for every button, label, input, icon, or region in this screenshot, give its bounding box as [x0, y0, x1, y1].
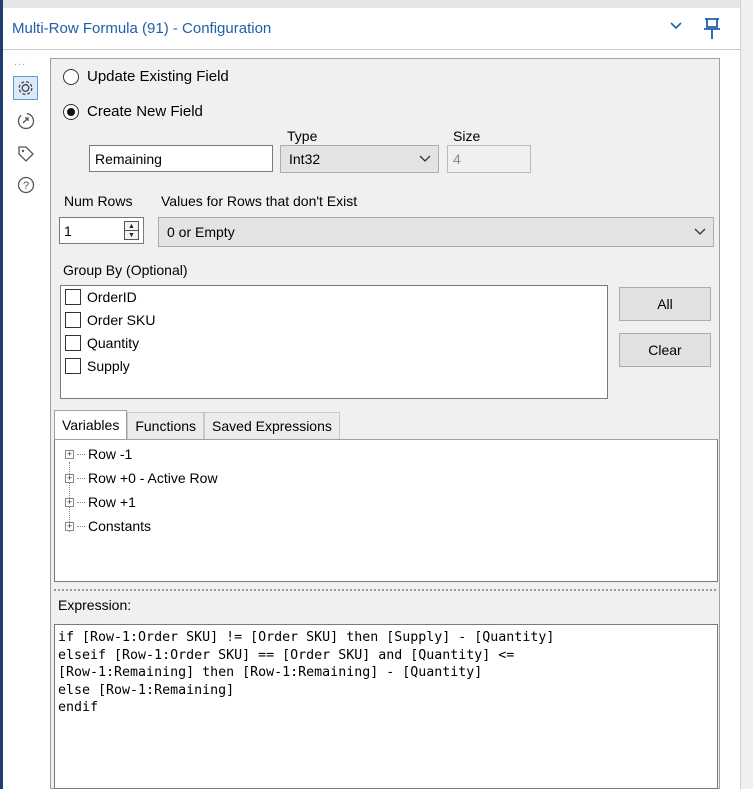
type-label: Type — [287, 128, 318, 144]
checkbox[interactable] — [65, 358, 81, 374]
create-new-option[interactable]: Create New Field — [63, 103, 203, 120]
clear-label: Clear — [648, 342, 682, 358]
chevron-down-icon — [687, 225, 713, 239]
tree-node[interactable]: + Row +0 - Active Row — [65, 470, 218, 486]
list-item-label: Order SKU — [87, 312, 156, 328]
new-field-name-value: Remaining — [95, 150, 162, 167]
checkbox[interactable] — [65, 289, 81, 305]
size-label: Size — [453, 128, 481, 144]
scrollbar-area[interactable] — [740, 0, 753, 789]
chevron-down-icon[interactable] — [669, 19, 683, 37]
num-rows-value: 1 — [64, 222, 72, 239]
list-item-label: OrderID — [87, 289, 137, 305]
stepper-buttons[interactable]: ▲ ▼ — [124, 221, 139, 240]
tool-target-icon[interactable] — [16, 111, 36, 131]
tree-connector — [77, 453, 85, 455]
update-existing-radio[interactable] — [63, 68, 79, 85]
select-all-button[interactable]: All — [619, 287, 711, 321]
update-existing-label: Update Existing Field — [87, 68, 229, 85]
expand-plus-icon[interactable]: + — [65, 497, 74, 507]
clear-button[interactable]: Clear — [619, 333, 711, 367]
tree-node[interactable]: + Constants — [65, 518, 151, 534]
tag-icon[interactable] — [16, 144, 36, 164]
expand-plus-icon[interactable]: + — [65, 449, 74, 459]
expression-tabs: Variables Functions Saved Expressions — [54, 410, 340, 439]
tab-label: Saved Expressions — [212, 418, 332, 434]
help-icon[interactable]: ? — [16, 175, 36, 195]
svg-text:?: ? — [23, 180, 29, 192]
expression-line: endif — [58, 700, 99, 715]
nonexist-select[interactable]: 0 or Empty — [158, 217, 714, 247]
config-title: Multi-Row Formula (91) - Configuration — [12, 20, 272, 37]
gear-icon[interactable] — [13, 76, 38, 100]
tab-saved-expressions[interactable]: Saved Expressions — [204, 412, 340, 439]
tab-label: Functions — [135, 418, 197, 434]
nonexist-value: 0 or Empty — [167, 224, 235, 240]
expression-line: else [Row-1:Remaining] — [58, 682, 235, 698]
list-item-label: Quantity — [87, 335, 140, 351]
stepper-up-icon[interactable]: ▲ — [125, 222, 138, 231]
update-existing-option[interactable]: Update Existing Field — [63, 68, 229, 85]
group-by-label: Group By (Optional) — [63, 262, 188, 278]
checkbox[interactable] — [65, 312, 81, 328]
list-item[interactable]: OrderID — [65, 289, 137, 305]
tree-connector — [77, 501, 85, 503]
window-top-strip — [0, 0, 753, 8]
tree-node[interactable]: + Row -1 — [65, 446, 132, 462]
tab-variables[interactable]: Variables — [54, 410, 128, 439]
create-new-radio[interactable] — [63, 103, 79, 120]
expression-line: if [Row-1:Order SKU] != [Order SKU] then… — [58, 630, 555, 645]
expression-line: [Row-1:Remaining] then [Row-1:Remaining]… — [58, 665, 483, 680]
num-rows-stepper[interactable]: 1 ▲ ▼ — [59, 217, 144, 244]
list-item-label: Supply — [87, 358, 130, 374]
config-header: Multi-Row Formula (91) - Configuration — [3, 8, 740, 50]
num-rows-label: Num Rows — [64, 193, 133, 209]
tree-node-label: Row -1 — [88, 446, 133, 462]
list-item[interactable]: Supply — [65, 358, 130, 374]
list-item[interactable]: Quantity — [65, 335, 139, 351]
create-new-label: Create New Field — [87, 103, 203, 120]
tree-node-label: Row +1 — [88, 494, 136, 510]
nonexist-label: Values for Rows that don't Exist — [161, 193, 358, 209]
expression-line: elseif [Row-1:Order SKU] == [Order SKU] … — [58, 647, 515, 663]
variables-tree[interactable]: + Row -1 + Row +0 - Active Row + Row +1 … — [54, 439, 718, 582]
select-all-label: All — [657, 296, 673, 312]
tree-connector — [77, 477, 85, 479]
pin-icon[interactable] — [701, 17, 723, 41]
size-input[interactable]: 4 — [447, 145, 531, 173]
splitter-handle[interactable] — [54, 589, 718, 591]
type-value: Int32 — [289, 151, 321, 167]
expression-label: Expression: — [58, 597, 132, 613]
size-value: 4 — [453, 151, 461, 167]
expression-editor[interactable]: if [Row-1:Order SKU] != [Order SKU] then… — [54, 624, 718, 789]
expand-plus-icon[interactable]: + — [65, 521, 74, 531]
checkbox[interactable] — [65, 335, 81, 351]
tab-functions[interactable]: Functions — [127, 412, 205, 439]
expand-plus-icon[interactable]: + — [65, 473, 74, 483]
tree-node-label: Constants — [88, 518, 152, 534]
chevron-down-icon — [412, 152, 438, 166]
list-item[interactable]: Order SKU — [65, 312, 155, 328]
group-by-list[interactable]: OrderID Order SKU Quantity Supply — [60, 285, 608, 399]
tree-node-label: Row +0 - Active Row — [88, 470, 218, 486]
type-select[interactable]: Int32 — [280, 145, 439, 173]
tab-label: Variables — [62, 417, 120, 433]
tree-connector — [77, 525, 85, 527]
stepper-down-icon[interactable]: ▼ — [125, 231, 138, 239]
rail-more-dots[interactable]: ... — [14, 56, 26, 68]
tree-node[interactable]: + Row +1 — [65, 494, 136, 510]
new-field-name-input[interactable]: Remaining — [89, 145, 273, 172]
